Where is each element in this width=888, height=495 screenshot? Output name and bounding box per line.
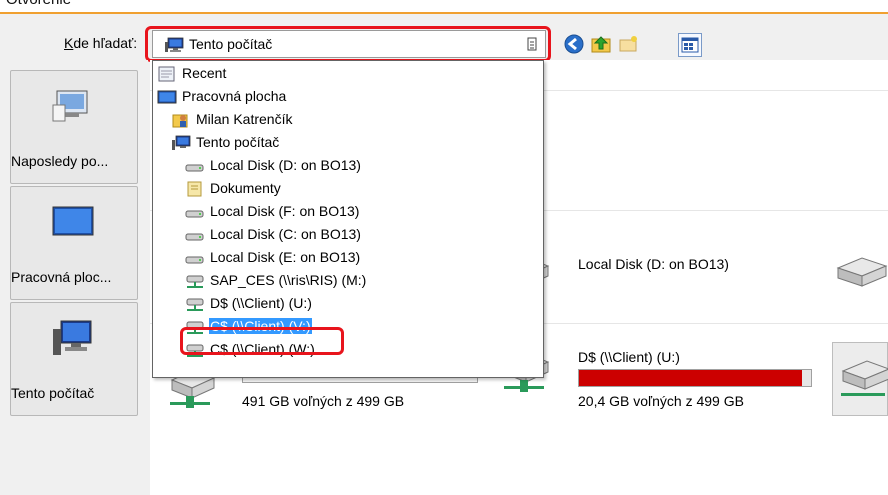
dropdown-item-computer[interactable]: Tento počítač <box>155 132 541 154</box>
drive-icon <box>185 158 205 174</box>
drive-free-space: 491 GB voľných z 499 GB <box>242 393 405 409</box>
places-item-desktop[interactable]: Pracovná ploc... <box>10 186 138 300</box>
computer-icon <box>171 135 191 151</box>
dropdown-item-recent[interactable]: Recent <box>155 63 541 85</box>
drive-usage-bar <box>578 369 812 387</box>
places-item-computer[interactable]: Tento počítač <box>10 302 138 416</box>
network-drive-icon <box>185 296 205 312</box>
dropdown-item-label: Dokumenty <box>210 180 281 196</box>
drive-usage-fill <box>579 370 802 386</box>
places-bar: Naposledy po... Pracovná ploc... Tento p… <box>0 60 148 495</box>
recent-places-icon <box>52 90 88 122</box>
documents-icon <box>185 181 205 197</box>
dropdown-item-drive-c[interactable]: Local Disk (C: on BO13) <box>155 224 541 246</box>
network-drive-icon[interactable] <box>832 342 888 416</box>
selected-item-highlight <box>180 327 344 355</box>
dialog-title: Otvorenie <box>6 0 71 8</box>
dropdown-item-drive-d[interactable]: Local Disk (D: on BO13) <box>155 155 541 177</box>
dropdown-item-documents[interactable]: Dokumenty <box>155 178 541 200</box>
desktop-icon <box>157 89 177 105</box>
dropdown-item-label: Recent <box>182 65 227 81</box>
dropdown-item-label: Local Disk (F: on BO13) <box>210 203 360 219</box>
back-icon[interactable] <box>563 33 585 55</box>
drive-name: D$ (\\Client) (U:) <box>578 349 680 365</box>
drive-icon <box>185 227 205 243</box>
drive-free-space: 20,4 GB voľných z 499 GB <box>578 393 744 409</box>
desktop-icon <box>52 206 94 236</box>
dropdown-item-label: Local Disk (D: on BO13) <box>210 157 361 173</box>
new-folder-icon[interactable] <box>617 33 639 55</box>
dropdown-item-drive-e[interactable]: Local Disk (E: on BO13) <box>155 247 541 269</box>
places-item-recent[interactable]: Naposledy po... <box>10 70 138 184</box>
places-item-label: Pracovná ploc... <box>11 269 112 285</box>
recent-icon <box>157 66 177 82</box>
dropdown-item-drive-f[interactable]: Local Disk (F: on BO13) <box>155 201 541 223</box>
up-folder-icon[interactable] <box>590 33 612 55</box>
drive-name: Local Disk (D: on BO13) <box>578 256 729 272</box>
places-item-label: Naposledy po... <box>11 153 109 169</box>
dropdown-item-label: D$ (\\Client) (U:) <box>210 295 312 311</box>
view-menu-icon[interactable] <box>678 33 702 57</box>
dropdown-item-drive-m[interactable]: SAP_CES (\\ris\RIS) (M:) <box>155 270 541 292</box>
look-in-label: Kde hľadať: <box>64 35 138 51</box>
combobox-highlight <box>145 26 551 62</box>
dropdown-item-label: Milan Katrenčík <box>196 111 293 127</box>
dialog-title-bar: Otvorenie <box>0 0 888 14</box>
dropdown-item-label: SAP_CES (\\ris\RIS) (M:) <box>210 272 367 288</box>
user-folder-icon <box>171 112 191 128</box>
dropdown-item-label: Local Disk (E: on BO13) <box>210 249 361 265</box>
network-drive-icon <box>185 273 205 289</box>
places-item-label: Tento počítač <box>11 385 95 401</box>
dropdown-item-label: Pracovná plocha <box>182 88 287 104</box>
drive-icon <box>185 204 205 220</box>
hard-disk-icon[interactable] <box>834 250 888 293</box>
dropdown-item-label: Tento počítač <box>196 134 280 150</box>
drive-icon <box>185 250 205 266</box>
dropdown-item-label: Local Disk (C: on BO13) <box>210 226 361 242</box>
dropdown-item-user[interactable]: Milan Katrenčík <box>155 109 541 131</box>
dropdown-item-desktop[interactable]: Pracovná plocha <box>155 86 541 108</box>
dropdown-item-drive-u[interactable]: D$ (\\Client) (U:) <box>155 293 541 315</box>
computer-icon <box>53 320 92 355</box>
